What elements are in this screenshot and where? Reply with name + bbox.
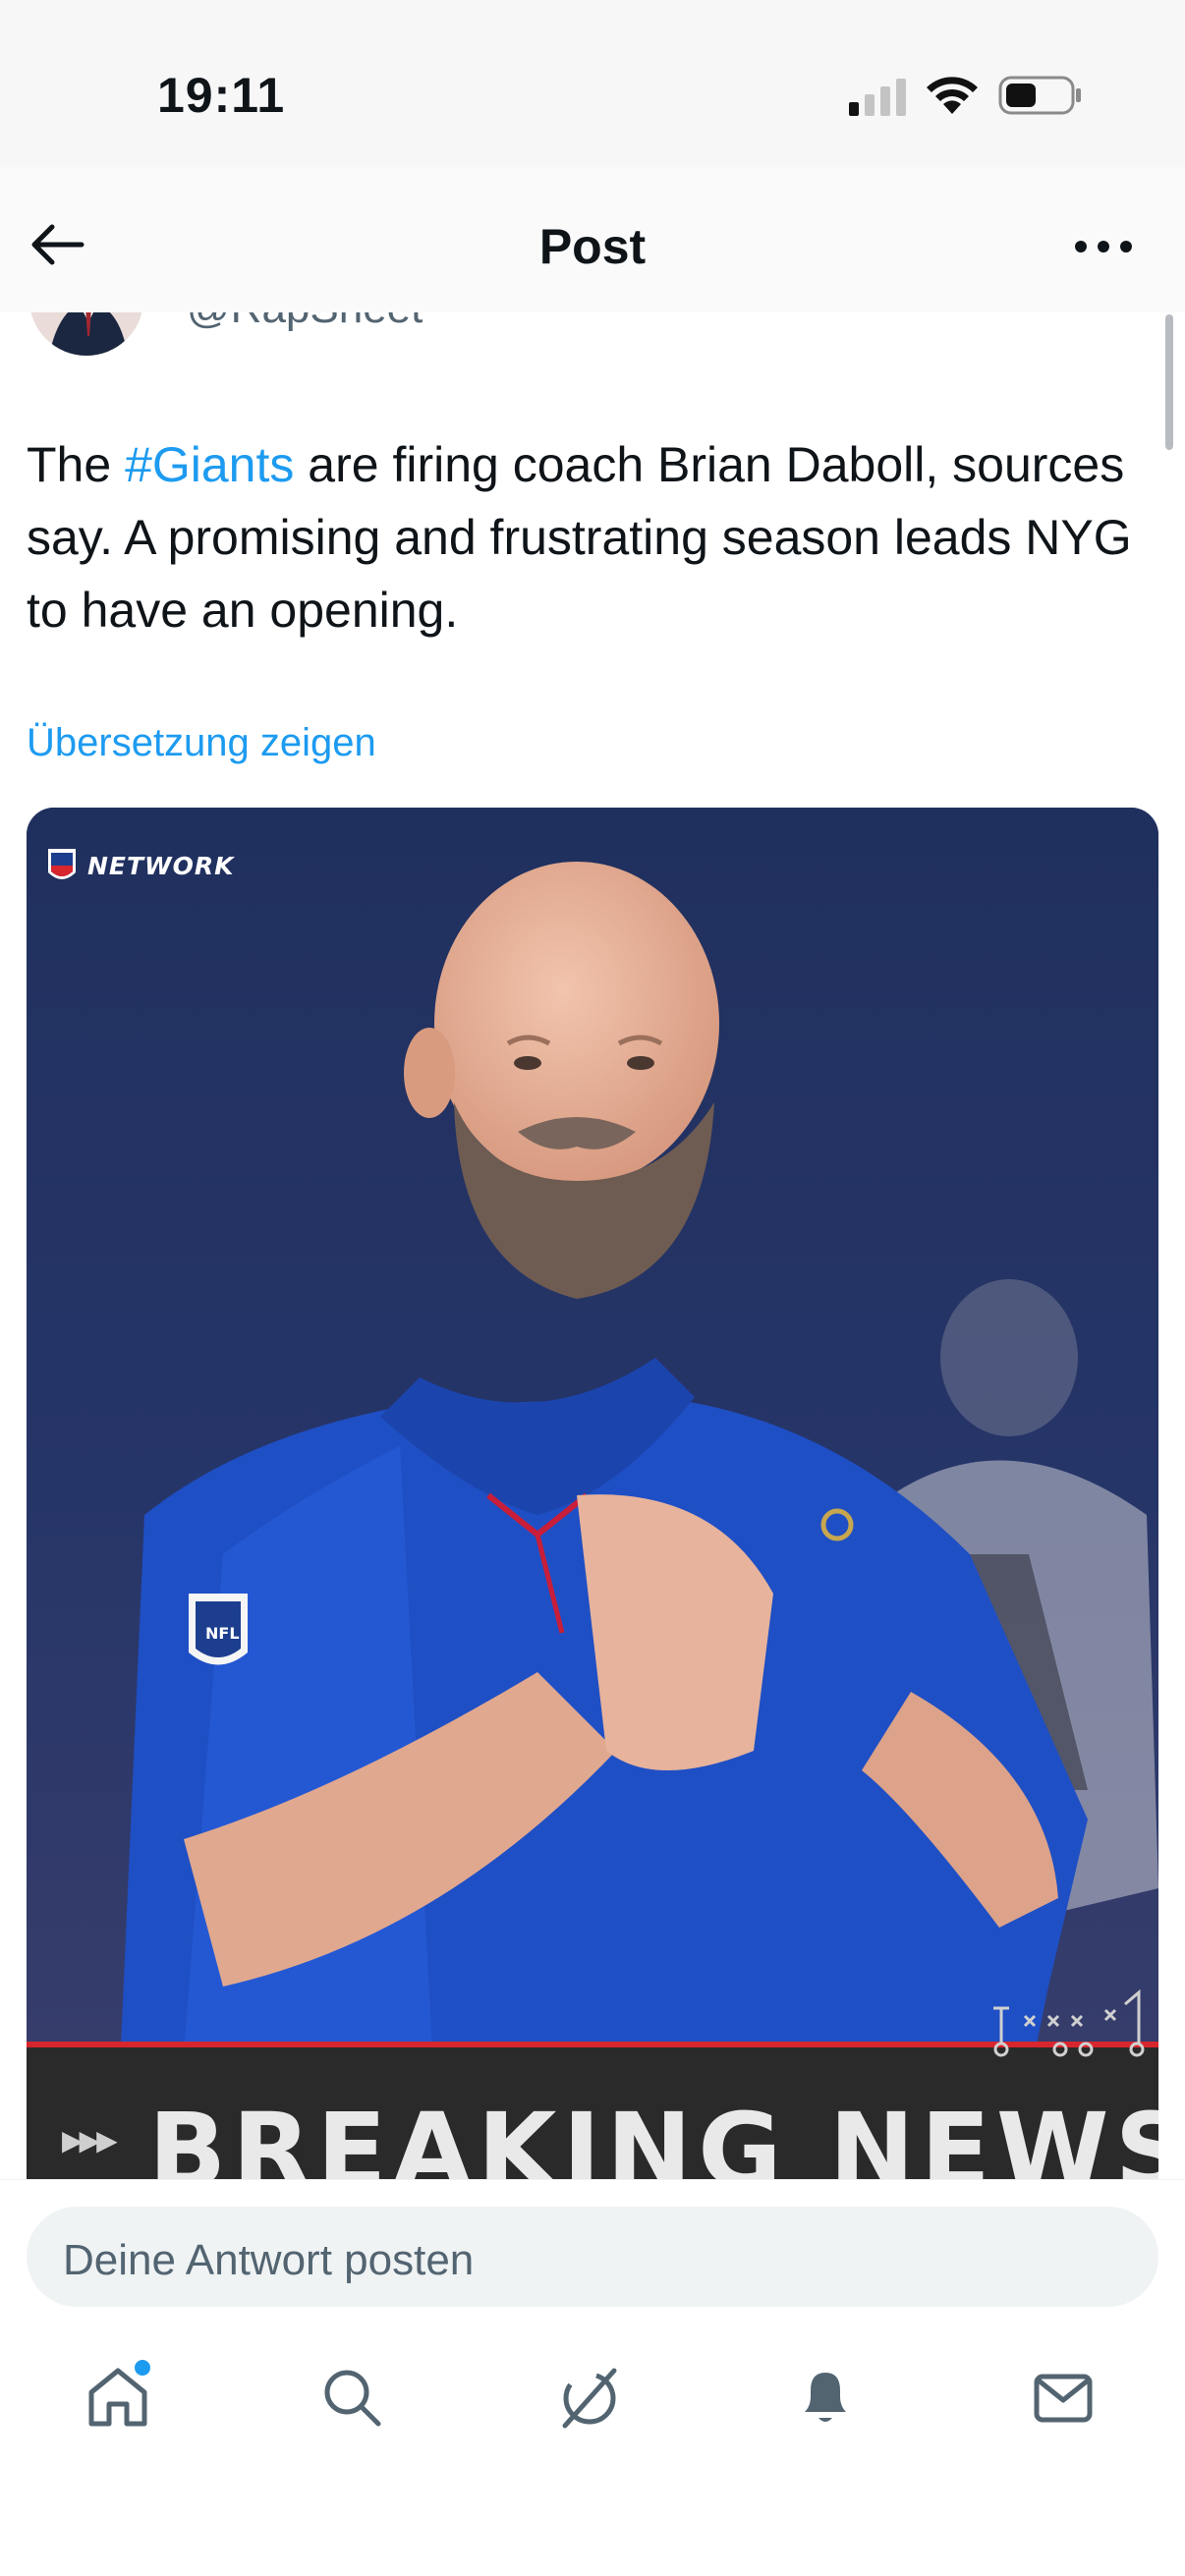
tab-notifications[interactable] (786, 2358, 865, 2436)
banner-arrows: ▶▶▶ (62, 2125, 118, 2156)
mail-icon (1034, 2374, 1093, 2423)
battery-icon (998, 76, 1081, 115)
tweet-text: The #Giants are firing coach Brian Dabol… (27, 428, 1147, 646)
network-label: NETWORK (87, 851, 235, 880)
ellipsis-icon (1075, 241, 1132, 252)
coach-photo: NFL (27, 808, 1158, 2179)
show-translation-link[interactable]: Übersetzung zeigen (27, 721, 376, 765)
nfl-shield-icon (48, 849, 76, 879)
bell-icon (805, 2373, 846, 2422)
home-notification-dot (135, 2360, 150, 2376)
nfl-network-logo: NETWORK (46, 847, 235, 884)
reply-placeholder: Deine Antwort posten (63, 2236, 475, 2284)
tab-search[interactable] (312, 2358, 391, 2436)
status-time: 19:11 (157, 68, 286, 123)
cellular-signal-icon (849, 79, 906, 116)
breaking-news-banner: ▶▶▶ BREAKING NEWS (27, 2042, 1158, 2179)
search-icon (324, 2370, 381, 2427)
play-diagram-icon (993, 1988, 1145, 2057)
more-options-button[interactable] (1067, 224, 1140, 269)
banner-text: BREAKING NEWS (148, 2091, 1158, 2179)
tab-messages[interactable] (1024, 2358, 1102, 2436)
page-title: Post (538, 219, 647, 274)
tweet-text-start: The (27, 437, 126, 492)
hashtag-link[interactable]: #Giants (125, 437, 294, 492)
grok-icon (562, 2368, 617, 2429)
tweet-media-image[interactable]: NFL NETWORK ▶▶▶ BREAKING NEWS (27, 808, 1158, 2179)
tab-grok[interactable] (550, 2358, 629, 2436)
wifi-icon (927, 77, 978, 114)
scroll-indicator[interactable] (1165, 314, 1173, 450)
svg-text:NFL: NFL (205, 1624, 240, 1643)
